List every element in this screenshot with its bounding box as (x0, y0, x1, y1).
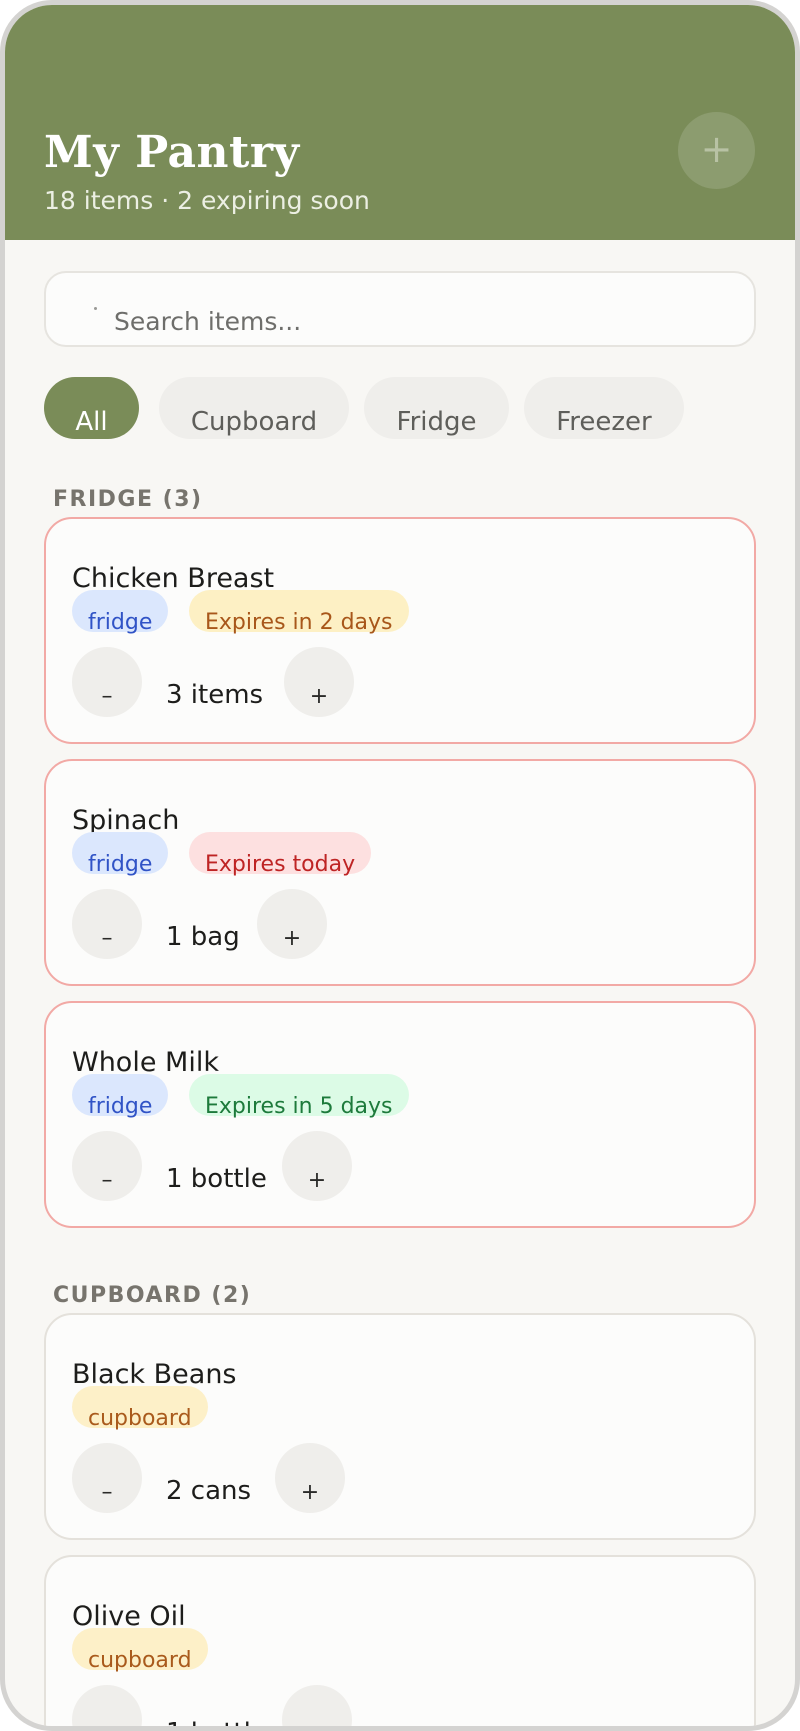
section-label-cupboard: CUPBOARD (2) (53, 1283, 252, 1308)
app-header: My Pantry 18 items · 2 expiring soon + (5, 5, 795, 240)
decrement-button[interactable]: – (72, 1131, 142, 1201)
item-card[interactable]: Whole Milk fridge Expires in 5 days – 1 … (44, 1001, 756, 1228)
page-title: My Pantry (44, 127, 300, 178)
item-quantity: 2 cans (166, 1476, 252, 1506)
location-badge: cupboard (72, 1386, 208, 1431)
search-placeholder: Search items... (114, 307, 302, 336)
pantry-summary: 18 items · 2 expiring soon (44, 186, 370, 215)
increment-button[interactable]: + (275, 1443, 345, 1513)
increment-button[interactable]: + (284, 647, 354, 717)
search-input[interactable]: Search items... (44, 271, 756, 347)
search-icon (94, 307, 97, 310)
decrement-button[interactable]: – (72, 1443, 142, 1513)
decrement-button[interactable]: – (72, 1685, 142, 1726)
item-quantity: 1 bag (166, 922, 240, 952)
filter-freezer[interactable]: Freezer (524, 377, 684, 439)
phone-frame: My Pantry 18 items · 2 expiring soon + S… (0, 0, 800, 1731)
item-quantity: 1 bottle (166, 1164, 267, 1194)
increment-button[interactable]: + (257, 889, 327, 959)
plus-icon: + (700, 127, 733, 171)
location-badge: fridge (72, 590, 169, 635)
decrement-button[interactable]: – (72, 889, 142, 959)
item-card[interactable]: Black Beans cupboard – 2 cans + (44, 1313, 756, 1540)
item-card[interactable]: Spinach fridge Expires today – 1 bag + (44, 759, 756, 986)
expiry-badge: Expires today (189, 832, 372, 877)
section-label-fridge: FRIDGE (3) (53, 487, 203, 512)
location-badge: fridge (72, 832, 169, 877)
location-badge: fridge (72, 1074, 169, 1119)
increment-button[interactable]: + (282, 1685, 352, 1726)
item-quantity: 3 items (166, 680, 264, 710)
filter-cupboard[interactable]: Cupboard (159, 377, 349, 439)
filter-all[interactable]: All (44, 377, 139, 439)
filter-fridge[interactable]: Fridge (364, 377, 509, 439)
location-badge: cupboard (72, 1628, 208, 1673)
decrement-button[interactable]: – (72, 647, 142, 717)
expiry-badge: Expires in 2 days (189, 590, 409, 635)
item-quantity: 1 bottle (166, 1718, 267, 1726)
increment-button[interactable]: + (282, 1131, 352, 1201)
item-card[interactable]: Olive Oil cupboard – 1 bottle + (44, 1555, 756, 1726)
item-card[interactable]: Chicken Breast fridge Expires in 2 days … (44, 517, 756, 744)
expiry-badge: Expires in 5 days (189, 1074, 409, 1119)
add-item-button[interactable]: + (678, 112, 755, 189)
